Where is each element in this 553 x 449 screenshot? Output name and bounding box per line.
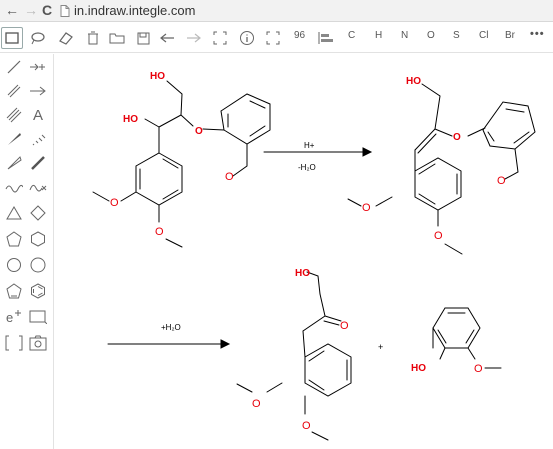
open-folder-icon[interactable] bbox=[106, 27, 128, 49]
ketone-oh-top-label: HO bbox=[295, 268, 310, 279]
reactant-ring-ome-1-label: O bbox=[110, 197, 119, 209]
enol-ether-product[interactable] bbox=[347, 83, 536, 255]
back-arrow-icon[interactable]: ← bbox=[5, 1, 19, 19]
reagent-h-plus: H+ bbox=[304, 141, 315, 150]
double-bond-icon[interactable] bbox=[4, 81, 24, 101]
cyclopentadiene-icon[interactable] bbox=[4, 281, 24, 301]
svg-text:e: e bbox=[6, 310, 13, 325]
reaction-scheme: HO HO O O O O H+ -H₂O HO O O O O +H₂O HO… bbox=[92, 71, 536, 441]
top-toolbar: 96 C H N O S Cl Br ••• bbox=[0, 23, 553, 53]
electron-tool-icon[interactable]: e bbox=[4, 307, 24, 327]
wavy-bond-icon[interactable] bbox=[4, 177, 24, 197]
align-icon[interactable] bbox=[315, 27, 337, 49]
product-ether-o-label: O bbox=[453, 132, 461, 143]
reactant-ring-ome-2-label: O bbox=[155, 226, 164, 238]
single-bond-icon[interactable] bbox=[4, 57, 24, 77]
octagon-ring-icon[interactable] bbox=[28, 255, 48, 275]
triple-bond-icon[interactable] bbox=[4, 105, 24, 125]
template-tool-icon[interactable] bbox=[28, 333, 48, 353]
text-tool-icon[interactable]: A bbox=[28, 105, 48, 125]
ketone-carbonyl-o-label: O bbox=[340, 320, 349, 332]
bracket-tool-icon[interactable] bbox=[4, 333, 24, 353]
reactant-aryl-ome-label: O bbox=[225, 171, 234, 183]
reactant-oh-top-label: HO bbox=[150, 71, 165, 82]
more-menu-icon[interactable]: ••• bbox=[530, 28, 545, 40]
element-br-button[interactable]: Br bbox=[505, 30, 515, 41]
product-ring-ome-2-label: O bbox=[434, 230, 443, 242]
element-c-button[interactable]: C bbox=[348, 30, 355, 41]
page-icon bbox=[60, 4, 70, 17]
browser-bar: ← → C in.indraw.integle.com bbox=[0, 0, 553, 22]
ketone-ring-ome-2-label: O bbox=[302, 420, 311, 432]
plus-sign: + bbox=[378, 342, 383, 352]
product-oh-top-label: HO bbox=[406, 76, 421, 87]
reagent-plus-water: +H₂O bbox=[161, 323, 181, 332]
reaction-arrow-1-head bbox=[362, 147, 373, 157]
hexagon-ring-icon[interactable] bbox=[28, 229, 48, 249]
heptagon-ring-icon[interactable] bbox=[4, 255, 24, 275]
product-ring-ome-1-label: O bbox=[362, 202, 371, 214]
ketone-ring-ome-1-label: O bbox=[252, 398, 261, 410]
lasso-icon[interactable] bbox=[27, 27, 49, 49]
undo-icon[interactable] bbox=[157, 27, 179, 49]
guaiacol-molecule[interactable] bbox=[432, 307, 502, 369]
redo-icon[interactable] bbox=[182, 27, 204, 49]
bold-bond-icon[interactable] bbox=[28, 153, 48, 173]
fit-screen-icon[interactable] bbox=[209, 27, 231, 49]
element-cl-button[interactable]: Cl bbox=[479, 30, 488, 41]
guaiacol-oh-label: HO bbox=[411, 363, 426, 374]
eraser-icon[interactable] bbox=[55, 27, 77, 49]
zoom-icon[interactable] bbox=[262, 27, 284, 49]
square-ring-icon[interactable] bbox=[28, 203, 48, 223]
chain-tool-icon[interactable] bbox=[28, 177, 48, 197]
hashed-bond-icon[interactable] bbox=[28, 129, 48, 149]
info-icon[interactable] bbox=[236, 27, 258, 49]
ketone-product[interactable] bbox=[236, 271, 352, 441]
reaction-arrow-2-head bbox=[220, 339, 231, 349]
drawing-canvas[interactable]: HO HO O O O O H+ -H₂O HO O O O O +H₂O HO… bbox=[55, 54, 553, 449]
triangle-ring-icon[interactable] bbox=[4, 203, 24, 223]
pentagon-ring-icon[interactable] bbox=[4, 229, 24, 249]
address-bar[interactable]: in.indraw.integle.com bbox=[60, 2, 195, 19]
element-o-button[interactable]: O bbox=[427, 30, 435, 41]
rectangle-tool-icon[interactable] bbox=[28, 307, 48, 327]
save-icon[interactable] bbox=[132, 27, 154, 49]
reagent-minus-water: -H₂O bbox=[298, 163, 316, 172]
charge-bond-icon[interactable] bbox=[28, 57, 48, 77]
forward-arrow-icon[interactable]: → bbox=[24, 1, 38, 19]
guaiacol-ome-label: O bbox=[474, 363, 483, 375]
reactant-oh-mid-label: HO bbox=[123, 114, 138, 125]
reload-icon[interactable]: C bbox=[42, 1, 52, 19]
wedge-bond-icon[interactable] bbox=[4, 129, 24, 149]
arrow-icon[interactable] bbox=[28, 81, 48, 101]
url-text: in.indraw.integle.com bbox=[74, 3, 196, 18]
reactant-molecule[interactable] bbox=[92, 80, 275, 248]
benzene-ring-icon[interactable] bbox=[28, 281, 48, 301]
reactant-ether-o-label: O bbox=[195, 126, 203, 137]
zoom-value: 96 bbox=[294, 30, 306, 41]
wavy-wedge-icon[interactable] bbox=[4, 153, 24, 173]
left-tool-palette: A e bbox=[0, 54, 54, 449]
element-h-button[interactable]: H bbox=[375, 30, 382, 41]
product-aryl-ome-label: O bbox=[497, 175, 506, 187]
element-s-button[interactable]: S bbox=[453, 30, 460, 41]
element-n-button[interactable]: N bbox=[401, 30, 408, 41]
trash-icon[interactable] bbox=[82, 27, 104, 49]
select-rect-icon[interactable] bbox=[1, 27, 23, 49]
